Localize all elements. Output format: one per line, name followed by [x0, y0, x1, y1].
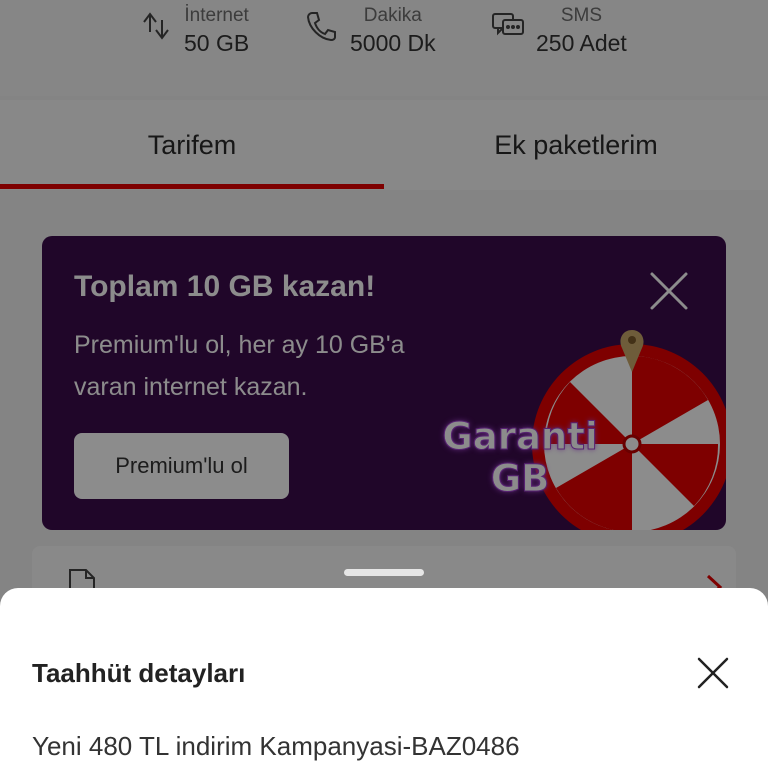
close-icon[interactable]: [696, 656, 730, 690]
bottom-sheet: Taahhüt detayları Yeni 480 TL indirim Ka…: [0, 588, 768, 768]
sheet-title: Taahhüt detayları: [32, 658, 246, 688]
sheet-grabber-handle[interactable]: [344, 569, 424, 576]
campaign-text: Yeni 480 TL indirim Kampanyasi-BAZ0486: [32, 731, 520, 761]
